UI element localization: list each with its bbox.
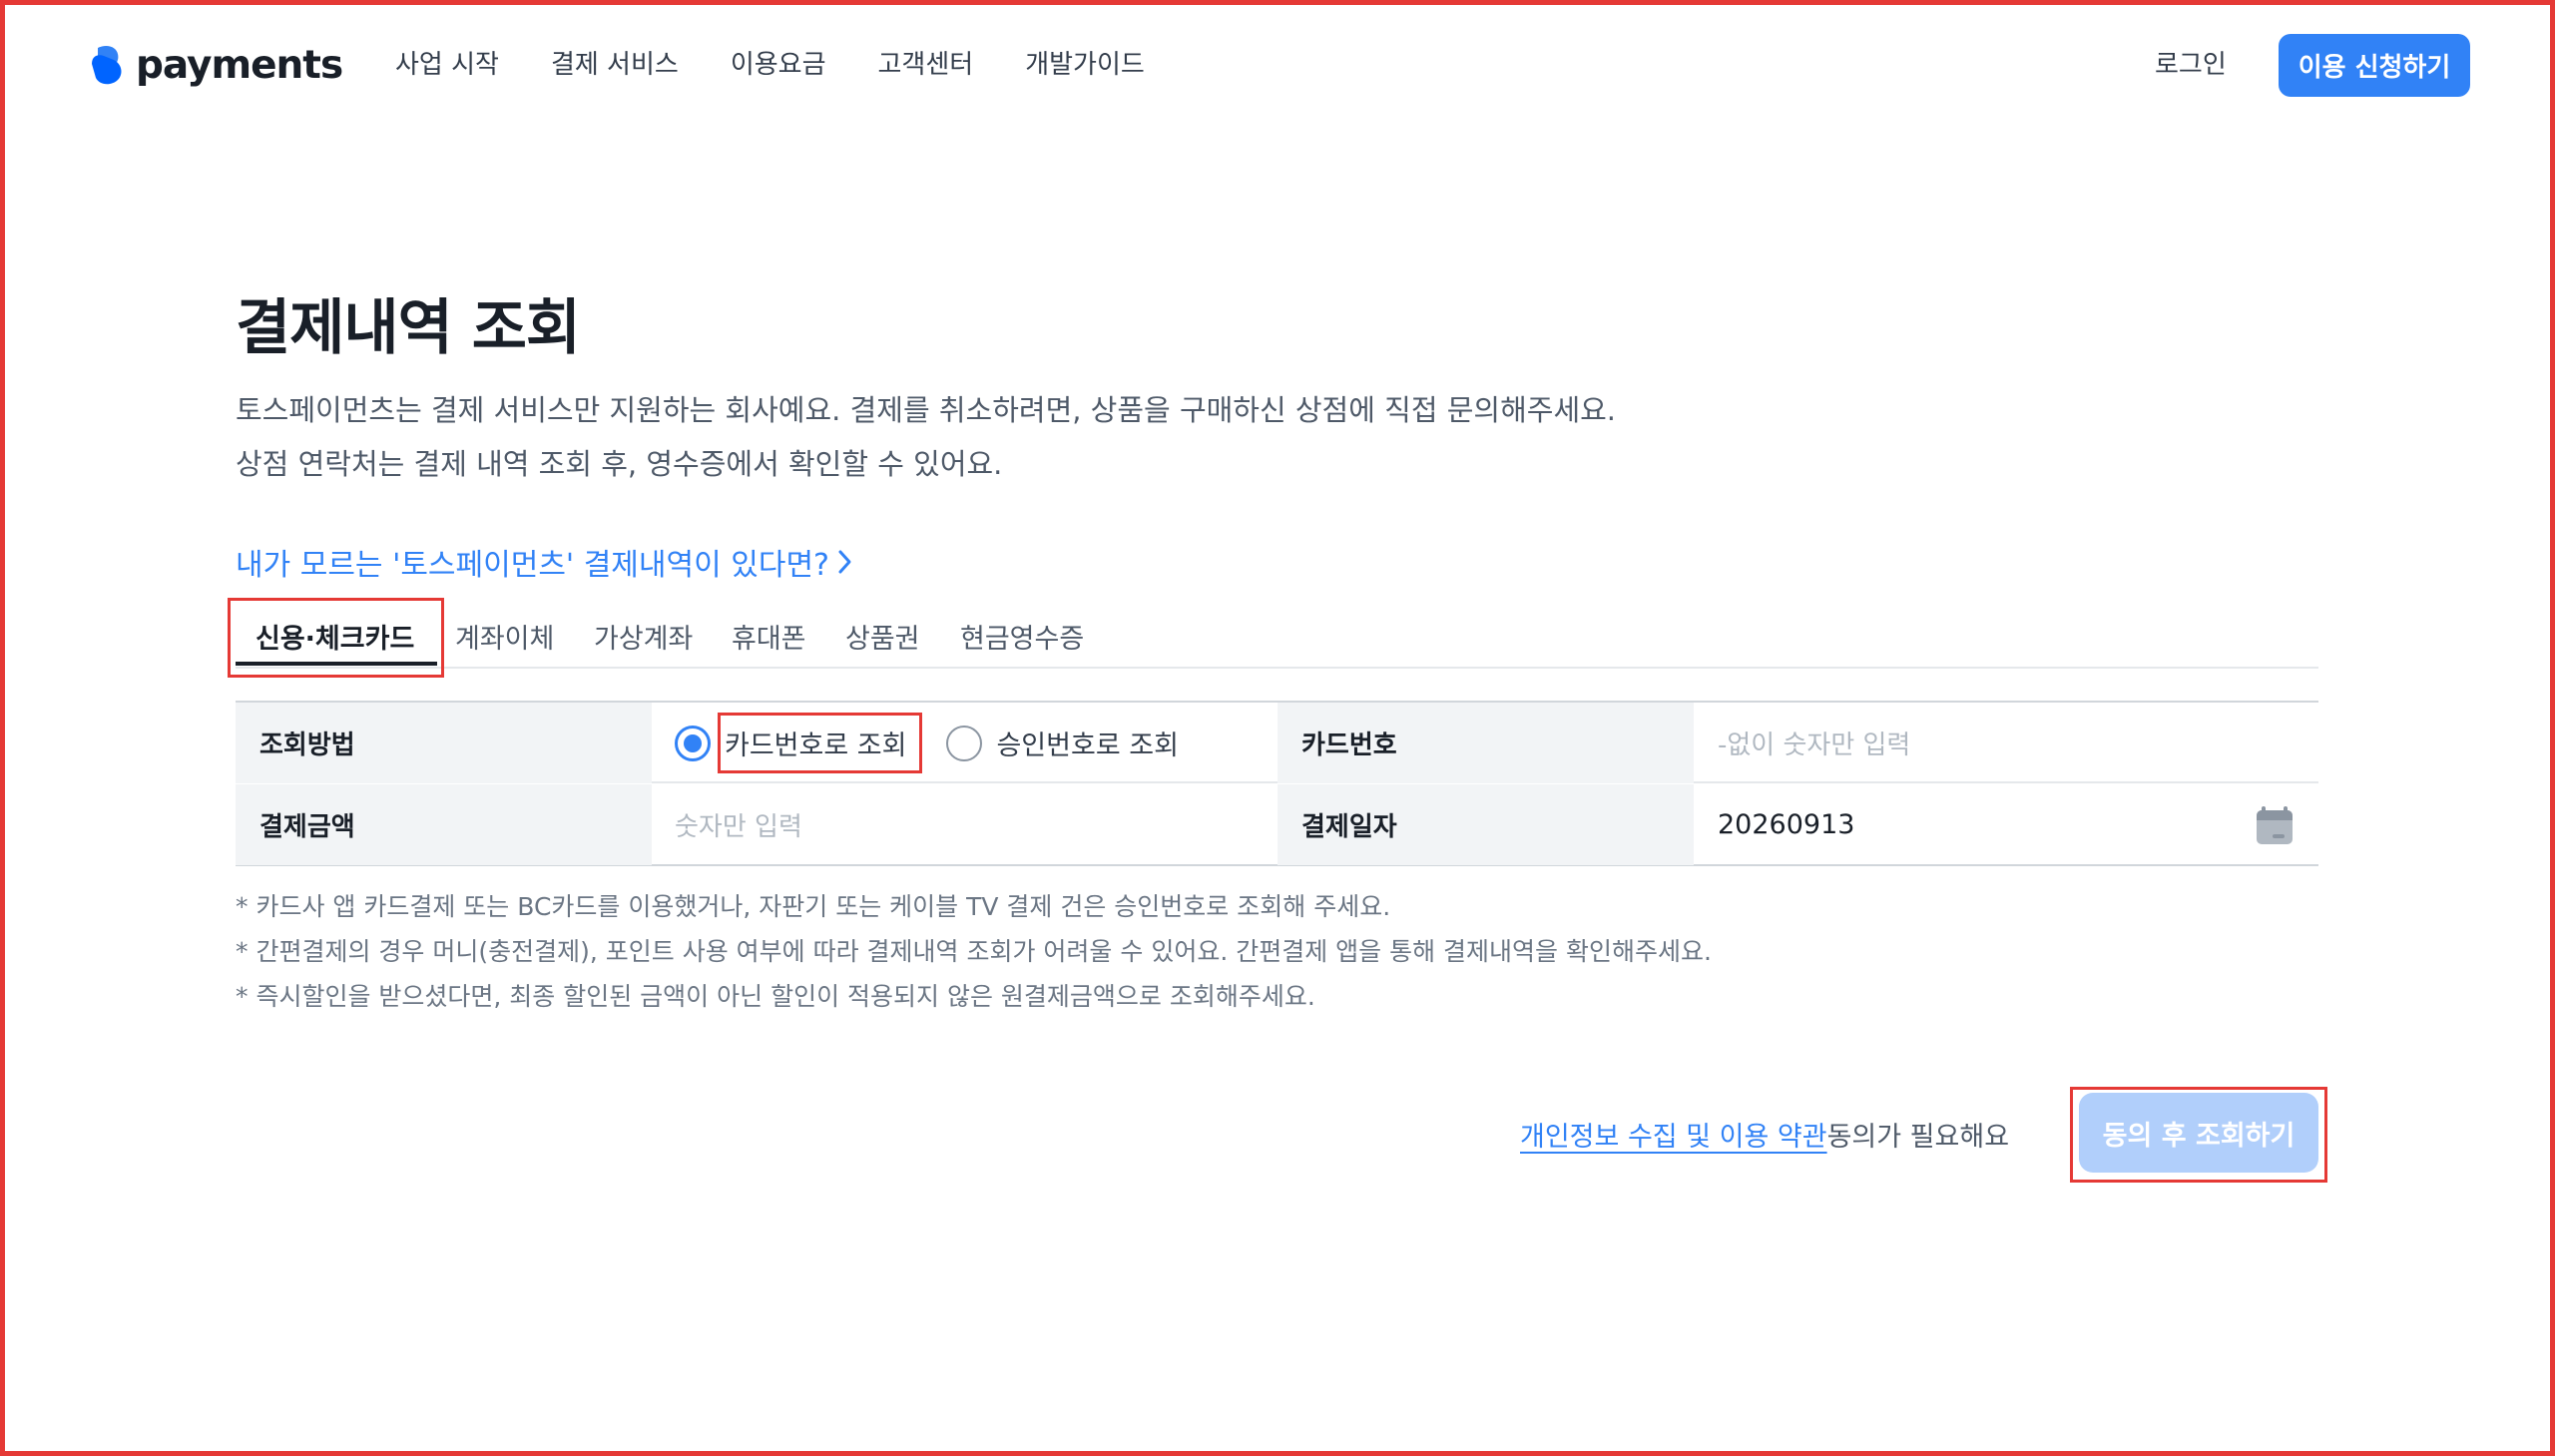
nav-item-payment-service[interactable]: 결제 서비스 (551, 46, 679, 84)
highlight-box-tab (228, 598, 444, 678)
privacy-terms-link[interactable]: 개인정보 수집 및 이용 약관 (1520, 1115, 1827, 1154)
page-description-line1: 토스페이먼츠는 결제 서비스만 지원하는 회사예요. 결제를 취소하려면, 상품… (236, 393, 1617, 427)
top-header: payments 사업 시작 결제 서비스 이용요금 고객센터 개발가이드 로그… (0, 0, 2555, 130)
form-row-amount-date: 결제금액 숫자만 입력 결제일자 20260913 (236, 784, 2318, 865)
toss-payments-logo[interactable]: payments (84, 42, 343, 88)
amount-placeholder: 숫자만 입력 (675, 812, 802, 842)
page-title: 결제내역 조회 (236, 293, 581, 363)
radio-unchecked-icon (946, 725, 983, 761)
tab-account-transfer[interactable]: 계좌이체 (455, 617, 554, 656)
login-link[interactable]: 로그인 (2155, 46, 2227, 84)
highlight-box-button (2070, 1087, 2327, 1183)
logo-text: payments (136, 42, 343, 88)
search-form: 조회방법 카드번호로 조회 승인번호로 조회 카드번호 -없이 숫자만 입력 결… (236, 701, 2318, 866)
agreement-suffix: 동의가 필요해요 (1826, 1122, 2010, 1153)
payment-type-tabs: 신용·체크카드 계좌이체 가상계좌 휴대폰 상품권 현금영수증 (236, 599, 2318, 669)
nav-item-dev-guide[interactable]: 개발가이드 (1025, 46, 1145, 84)
amount-input[interactable]: 숫자만 입력 (675, 784, 1254, 865)
highlight-box-radio (718, 713, 922, 773)
page-description-line2: 상점 연락처는 결제 내역 조회 후, 영수증에서 확인할 수 있어요. (236, 447, 1003, 481)
tab-cash-receipt[interactable]: 현금영수증 (960, 617, 1084, 656)
date-value: 20260913 (1718, 809, 1855, 840)
nav-item-customer-center[interactable]: 고객센터 (878, 46, 974, 84)
agreement-text: 개인정보 수집 및 이용 약관 동의가 필요해요 (1520, 1115, 2009, 1154)
form-row-method: 조회방법 카드번호로 조회 승인번호로 조회 카드번호 -없이 숫자만 입력 (236, 703, 2318, 783)
nav-item-pricing[interactable]: 이용요금 (731, 46, 826, 84)
apply-button[interactable]: 이용 신청하기 (2279, 34, 2470, 97)
card-number-input[interactable]: -없이 숫자만 입력 (1718, 703, 2297, 783)
tab-virtual-account[interactable]: 가상계좌 (594, 617, 693, 656)
note-item: * 즉시할인을 받으셨다면, 최종 할인된 금액이 아닌 할인이 적용되지 않은… (236, 982, 1315, 1011)
radio-checked-icon (675, 725, 711, 761)
note-item: * 카드사 앱 카드결제 또는 BC카드를 이용했거나, 자판기 또는 케이블 … (236, 892, 1391, 921)
radio-approval-number[interactable]: 승인번호로 조회 (946, 724, 1179, 762)
date-label: 결제일자 (1278, 784, 1694, 865)
toss-logo-icon (92, 46, 122, 85)
chevron-right-icon (838, 550, 851, 574)
method-label: 조회방법 (236, 703, 652, 783)
date-input[interactable]: 20260913 (1718, 784, 2318, 865)
nav-item-business-start[interactable]: 사업 시작 (395, 46, 499, 84)
notes: * 카드사 앱 카드결제 또는 BC카드를 이용했거나, 자판기 또는 케이블 … (236, 884, 1712, 1019)
tab-gift-card[interactable]: 상품권 (845, 617, 920, 656)
amount-label: 결제금액 (236, 784, 652, 865)
unknown-payment-link-text: 내가 모르는 '토스페이먼츠' 결제내역이 있다면? (236, 548, 829, 583)
calendar-icon[interactable] (2255, 804, 2295, 846)
tab-mobile[interactable]: 휴대폰 (732, 617, 806, 656)
card-number-placeholder: -없이 숫자만 입력 (1718, 730, 1911, 760)
main-nav: 사업 시작 결제 서비스 이용요금 고객센터 개발가이드 (395, 46, 1197, 84)
note-item: * 간편결제의 경우 머니(충전결제), 포인트 사용 여부에 따라 결제내역 … (236, 937, 1712, 966)
unknown-payment-link[interactable]: 내가 모르는 '토스페이먼츠' 결제내역이 있다면? (236, 540, 853, 584)
radio-approval-number-label: 승인번호로 조회 (996, 730, 1179, 761)
card-number-label: 카드번호 (1278, 703, 1694, 783)
